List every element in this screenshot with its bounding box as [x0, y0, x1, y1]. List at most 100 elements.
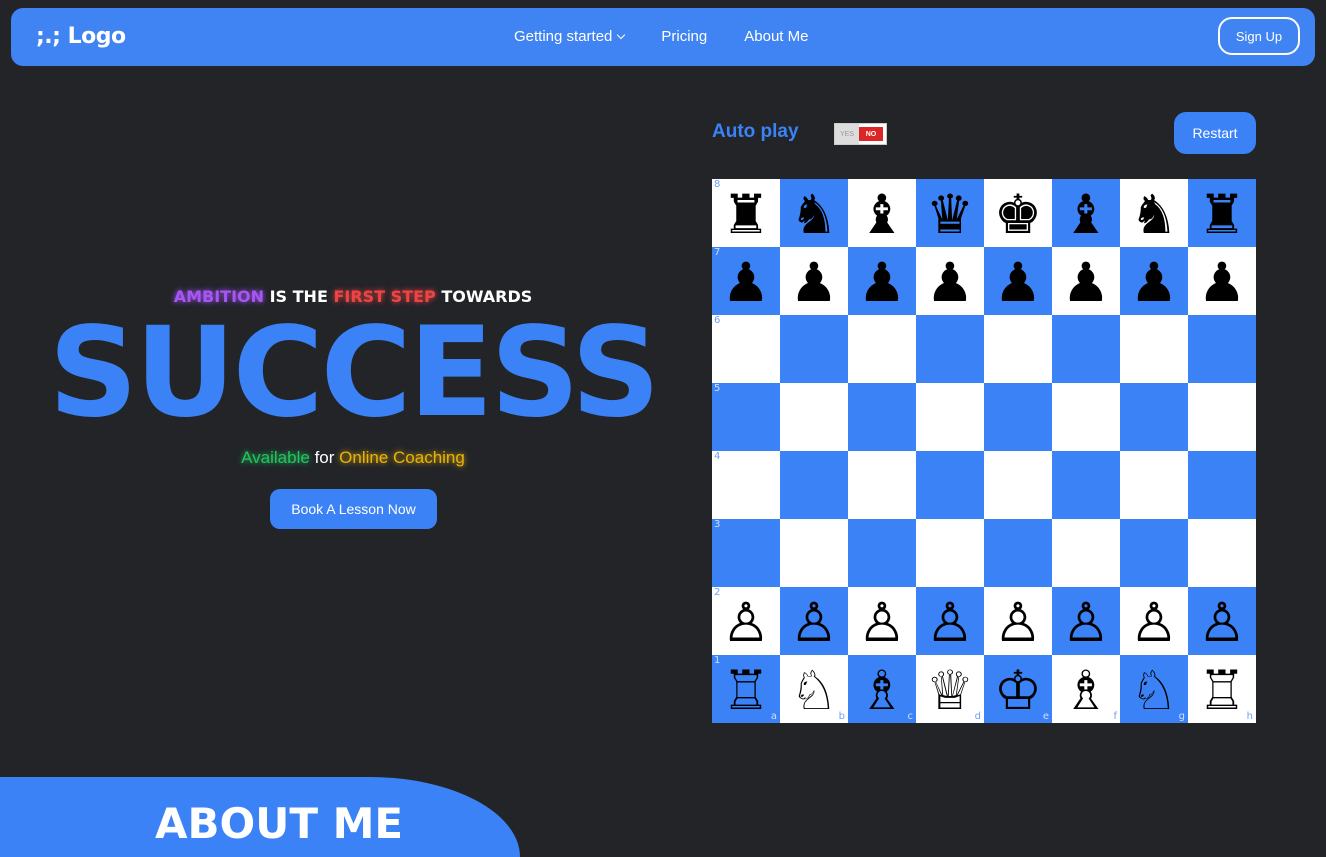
chess-piece[interactable]: ♜: [722, 188, 770, 242]
chess-piece[interactable]: ♟: [1198, 256, 1246, 310]
nav-pricing[interactable]: Pricing: [661, 28, 707, 45]
square-a7[interactable]: 7 ♟: [712, 247, 780, 315]
chess-piece[interactable]: ♛: [926, 188, 974, 242]
square-e3[interactable]: [984, 519, 1052, 587]
square-c1[interactable]: c ♗: [848, 655, 916, 723]
square-f8[interactable]: ♝: [1052, 179, 1120, 247]
chess-piece[interactable]: ♕: [926, 664, 974, 718]
square-a2[interactable]: 2 ♙: [712, 587, 780, 655]
square-h2[interactable]: ♙: [1188, 587, 1256, 655]
square-e4[interactable]: [984, 451, 1052, 519]
chess-piece[interactable]: ♙: [926, 596, 974, 650]
chess-piece[interactable]: ♙: [1198, 596, 1246, 650]
square-h6[interactable]: [1188, 315, 1256, 383]
square-d3[interactable]: [916, 519, 984, 587]
square-f4[interactable]: [1052, 451, 1120, 519]
square-f7[interactable]: ♟: [1052, 247, 1120, 315]
chess-piece[interactable]: ♙: [1130, 596, 1178, 650]
chess-piece[interactable]: ♘: [1130, 664, 1178, 718]
square-f1[interactable]: f ♗: [1052, 655, 1120, 723]
square-e1[interactable]: e ♔: [984, 655, 1052, 723]
book-lesson-button[interactable]: Book A Lesson Now: [270, 489, 437, 529]
chess-piece[interactable]: ♔: [994, 664, 1042, 718]
square-h5[interactable]: [1188, 383, 1256, 451]
chess-piece[interactable]: ♞: [790, 188, 838, 242]
chess-piece[interactable]: ♗: [858, 664, 906, 718]
square-b1[interactable]: b ♘: [780, 655, 848, 723]
square-d4[interactable]: [916, 451, 984, 519]
square-e5[interactable]: [984, 383, 1052, 451]
square-d1[interactable]: d ♕: [916, 655, 984, 723]
square-f2[interactable]: ♙: [1052, 587, 1120, 655]
square-a1[interactable]: 1 a ♖: [712, 655, 780, 723]
square-b4[interactable]: [780, 451, 848, 519]
square-d6[interactable]: [916, 315, 984, 383]
chess-piece[interactable]: ♙: [994, 596, 1042, 650]
square-f6[interactable]: [1052, 315, 1120, 383]
chess-piece[interactable]: ♗: [1062, 664, 1110, 718]
square-d7[interactable]: ♟: [916, 247, 984, 315]
square-a5[interactable]: 5: [712, 383, 780, 451]
nav-about-me[interactable]: About Me: [744, 28, 808, 45]
square-c5[interactable]: [848, 383, 916, 451]
chess-piece[interactable]: ♝: [858, 188, 906, 242]
square-h4[interactable]: [1188, 451, 1256, 519]
chess-piece[interactable]: ♟: [858, 256, 906, 310]
chess-piece[interactable]: ♙: [1062, 596, 1110, 650]
square-g3[interactable]: [1120, 519, 1188, 587]
restart-button[interactable]: Restart: [1174, 112, 1256, 154]
square-c4[interactable]: [848, 451, 916, 519]
square-a4[interactable]: 4: [712, 451, 780, 519]
chess-piece[interactable]: ♚: [994, 188, 1042, 242]
nav-getting-started[interactable]: Getting started: [514, 28, 626, 45]
chess-piece[interactable]: ♟: [994, 256, 1042, 310]
square-c7[interactable]: ♟: [848, 247, 916, 315]
chess-piece[interactable]: ♟: [722, 256, 770, 310]
chess-piece[interactable]: ♟: [1130, 256, 1178, 310]
square-e7[interactable]: ♟: [984, 247, 1052, 315]
square-h3[interactable]: [1188, 519, 1256, 587]
chess-piece[interactable]: ♙: [790, 596, 838, 650]
logo[interactable]: ;.; Logo: [36, 24, 126, 49]
chess-piece[interactable]: ♖: [722, 664, 770, 718]
square-d2[interactable]: ♙: [916, 587, 984, 655]
square-e2[interactable]: ♙: [984, 587, 1052, 655]
square-h7[interactable]: ♟: [1188, 247, 1256, 315]
chess-piece[interactable]: ♖: [1198, 664, 1246, 718]
chess-piece[interactable]: ♙: [722, 596, 770, 650]
chess-piece[interactable]: ♘: [790, 664, 838, 718]
chess-piece[interactable]: ♟: [926, 256, 974, 310]
square-g1[interactable]: g ♘: [1120, 655, 1188, 723]
square-e8[interactable]: ♚: [984, 179, 1052, 247]
chess-piece[interactable]: ♙: [858, 596, 906, 650]
chess-piece[interactable]: ♝: [1062, 188, 1110, 242]
square-b8[interactable]: ♞: [780, 179, 848, 247]
chess-piece[interactable]: ♜: [1198, 188, 1246, 242]
square-e6[interactable]: [984, 315, 1052, 383]
square-b2[interactable]: ♙: [780, 587, 848, 655]
square-g7[interactable]: ♟: [1120, 247, 1188, 315]
square-b5[interactable]: [780, 383, 848, 451]
square-c6[interactable]: [848, 315, 916, 383]
square-g8[interactable]: ♞: [1120, 179, 1188, 247]
square-g4[interactable]: [1120, 451, 1188, 519]
square-g5[interactable]: [1120, 383, 1188, 451]
square-g2[interactable]: ♙: [1120, 587, 1188, 655]
square-f5[interactable]: [1052, 383, 1120, 451]
square-c8[interactable]: ♝: [848, 179, 916, 247]
square-d5[interactable]: [916, 383, 984, 451]
square-h1[interactable]: h ♖: [1188, 655, 1256, 723]
chess-piece[interactable]: ♞: [1130, 188, 1178, 242]
sign-up-button[interactable]: Sign Up: [1218, 17, 1300, 55]
square-f3[interactable]: [1052, 519, 1120, 587]
square-g6[interactable]: [1120, 315, 1188, 383]
square-b6[interactable]: [780, 315, 848, 383]
square-h8[interactable]: ♜: [1188, 179, 1256, 247]
square-c2[interactable]: ♙: [848, 587, 916, 655]
square-c3[interactable]: [848, 519, 916, 587]
autoplay-toggle[interactable]: YES NO: [834, 123, 887, 145]
chess-piece[interactable]: ♟: [1062, 256, 1110, 310]
square-b3[interactable]: [780, 519, 848, 587]
square-a6[interactable]: 6: [712, 315, 780, 383]
square-d8[interactable]: ♛: [916, 179, 984, 247]
